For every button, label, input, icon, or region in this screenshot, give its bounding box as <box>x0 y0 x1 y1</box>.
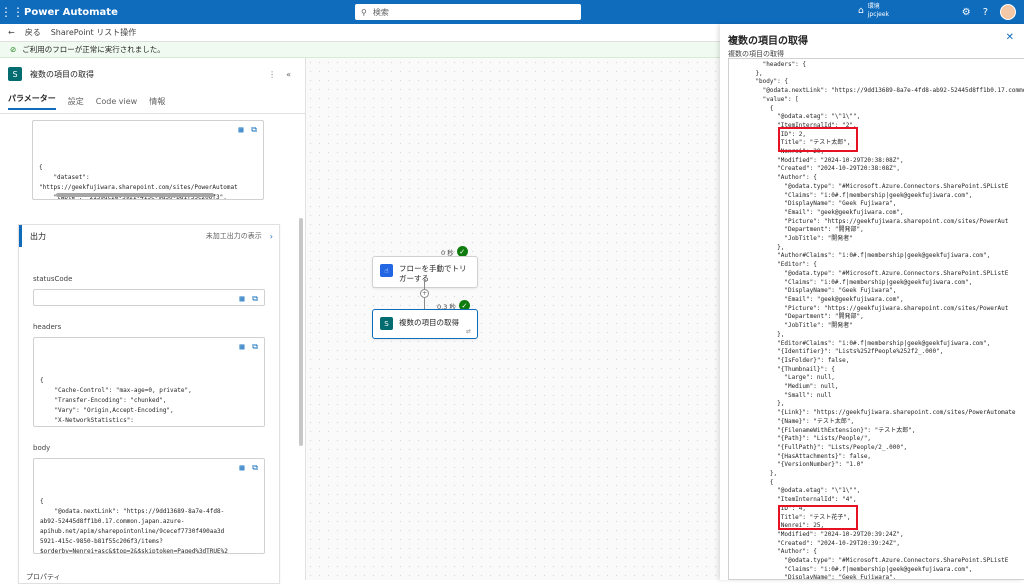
headers-code[interactable]: ▦ ⧉ { "Cache-Control": "max-age=0, privat… <box>33 337 265 427</box>
breadcrumb: ← 戻る SharePoint リスト操作 <box>0 24 720 42</box>
trigger-label: フローを手動でトリガーする <box>399 264 467 283</box>
tab-code-view[interactable]: Code view <box>96 97 137 106</box>
headers-text: { "Cache-Control": "max-age=0, private",… <box>40 377 192 424</box>
tab-settings[interactable]: 設定 <box>68 96 84 107</box>
chevron-right-icon[interactable]: › <box>270 232 273 241</box>
sharepoint-icon: S <box>8 67 22 81</box>
panel-title: 複数の項目の取得 <box>728 36 808 47</box>
top-icons: ⚙ ? <box>962 4 1016 20</box>
action-header: S 複数の項目の取得 ⋮ « <box>0 58 305 90</box>
manual-trigger-icon: ☝ <box>380 264 393 277</box>
status-code-field[interactable]: ▦⧉ 200 <box>33 289 265 306</box>
body-text: { "@odata.nextLink": "https://9dd13689-8… <box>40 498 228 554</box>
environment-picker[interactable]: ⌂ 環境 jpcjeek <box>858 3 889 19</box>
link-icon: ⇄ <box>465 328 471 335</box>
help-icon[interactable]: ? <box>983 7 988 18</box>
settings-icon[interactable]: ⚙ <box>962 7 971 18</box>
highlight-box-item-1 <box>778 127 858 152</box>
raw-output-panel: 複数の項目の取得 ✕ 複数の項目の取得 "headers": { }, "bod… <box>720 24 1024 580</box>
copy-icon[interactable]: ⧉ <box>252 463 258 473</box>
close-icon[interactable]: ✕ <box>1006 32 1014 43</box>
action-card[interactable]: S 複数の項目の取得 ⇄ <box>372 309 478 339</box>
app-title[interactable]: Power Automate <box>24 7 118 18</box>
highlight-box-item-2 <box>778 505 858 530</box>
flow-name: SharePoint リスト操作 <box>50 28 137 37</box>
expand-icon[interactable]: ▦ <box>239 294 244 304</box>
top-bar: ⋮⋮ Power Automate ⚲ 検索 ⌂ 環境 jpcjeek ⚙ ? <box>0 0 1024 24</box>
action-title: 複数の項目の取得 <box>30 69 94 79</box>
action-details-panel: S 複数の項目の取得 ⋮ « パラメーター 設定 Code view 情報 ▦ ⧉… <box>0 58 306 584</box>
add-step-icon[interactable]: + <box>420 289 429 298</box>
success-message: ご利用のフローが正常に実行されました。 <box>22 45 165 54</box>
copy-icon[interactable]: ⧉ <box>252 342 258 352</box>
more-options-icon[interactable]: ⋮ <box>268 70 276 79</box>
action-label: 複数の項目の取得 <box>399 318 459 327</box>
search-icon: ⚲ <box>361 7 367 17</box>
trigger-time: 0 秒 <box>441 248 454 257</box>
outputs-section: 出力 未加工出力の表示 › statusCode ▦⧉ 200 headers … <box>18 224 280 584</box>
outputs-header[interactable]: 出力 未加工出力の表示 › <box>19 225 279 247</box>
success-check-icon: ⊘ <box>10 45 17 54</box>
environment-name: jpcjeek <box>867 11 890 18</box>
back-button[interactable]: 戻る <box>25 27 41 38</box>
tab-parameters[interactable]: パラメーター <box>8 93 56 110</box>
expand-icon[interactable]: ▦ <box>239 342 244 352</box>
status-code-label: statusCode <box>33 275 73 283</box>
expand-icon[interactable]: ▦ <box>238 125 243 135</box>
environment-icon: ⌂ <box>858 6 864 16</box>
properties-label[interactable]: プロパティ <box>26 572 61 582</box>
body-code[interactable]: ▦ ⧉ { "@odata.nextLink": "https://9dd1368… <box>33 458 265 554</box>
copy-icon[interactable]: ⧉ <box>251 125 257 135</box>
success-banner: ⊘ ご利用のフローが正常に実行されました。 <box>0 42 720 58</box>
tab-about[interactable]: 情報 <box>149 96 165 107</box>
trigger-card[interactable]: ☝ フローを手動でトリガーする <box>372 256 478 288</box>
sharepoint-icon: S <box>380 317 393 330</box>
outputs-title: 出力 <box>30 231 46 241</box>
raw-json-viewer[interactable]: "headers": { }, "body": { "@odata.nextLi… <box>728 58 1024 580</box>
app-launcher-icon[interactable]: ⋮⋮ <box>0 0 24 24</box>
headers-label: headers <box>33 323 62 331</box>
search-placeholder: 検索 <box>372 7 389 17</box>
collapse-icon[interactable]: « <box>286 70 291 79</box>
avatar[interactable] <box>1000 4 1016 20</box>
expand-icon[interactable]: ▦ <box>239 463 244 473</box>
flow-canvas[interactable] <box>306 58 720 580</box>
body-label: body <box>33 444 51 452</box>
copy-icon[interactable]: ⧉ <box>252 294 258 304</box>
show-raw-outputs-link[interactable]: 未加工出力の表示 <box>206 231 262 241</box>
horizontal-scrollbar[interactable] <box>56 193 214 197</box>
search-box[interactable]: ⚲ 検索 <box>355 4 581 20</box>
environment-label: 環境 <box>867 3 880 10</box>
tab-bar: パラメーター 設定 Code view 情報 <box>0 90 305 114</box>
left-panel-scrollbar[interactable] <box>299 218 303 446</box>
parameters-code[interactable]: ▦ ⧉ { "dataset": "https://geekfujiwara.sh… <box>32 120 264 200</box>
back-arrow-icon[interactable]: ← <box>8 28 15 37</box>
